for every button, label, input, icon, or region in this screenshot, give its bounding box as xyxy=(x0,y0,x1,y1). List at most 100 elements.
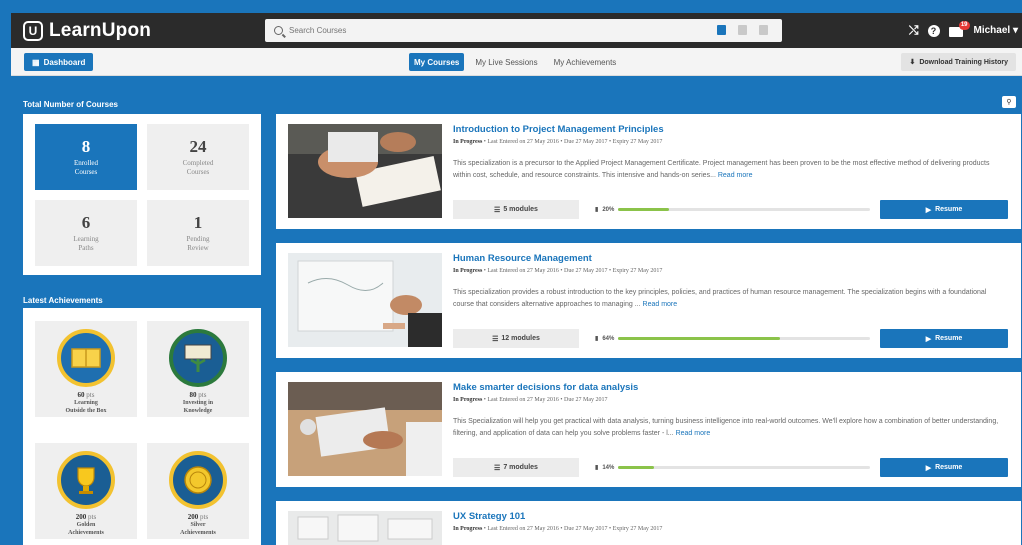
gold-trophy-badge-icon xyxy=(57,451,115,509)
achievement-name: Silver Achievements xyxy=(180,522,216,536)
help-icon[interactable]: ? xyxy=(927,24,940,37)
stat-pending-review[interactable]: 1 Pending Review xyxy=(147,200,249,266)
achievement-points: 60 pts xyxy=(77,391,95,399)
course-thumbnail[interactable] xyxy=(288,124,442,218)
document-view-icon[interactable] xyxy=(759,25,768,35)
course-thumbnail[interactable] xyxy=(288,382,442,476)
filter-icon[interactable]: ⚲ xyxy=(1002,96,1016,108)
dashboard-icon: ▦ xyxy=(32,57,40,67)
top-bar: U LearnUpon ⤭ ? 19 Michael ▾ xyxy=(11,13,1022,48)
folder-view-icon[interactable] xyxy=(738,25,747,35)
notification-badge: 19 xyxy=(958,21,970,30)
course-card: Make smarter decisions for data analysis… xyxy=(276,372,1021,487)
course-meta: In Progress • Last Entered on 27 May 201… xyxy=(453,139,663,145)
achievement-card[interactable]: 80 pts Investing in Knowledge xyxy=(147,321,249,417)
stat-enrolled-courses[interactable]: 8 Enrolled Courses xyxy=(35,124,137,190)
read-more-link[interactable]: Read more xyxy=(676,430,711,437)
achievement-points: 80 pts xyxy=(189,391,207,399)
logo[interactable]: U LearnUpon xyxy=(23,20,151,42)
shuffle-icon[interactable]: ⤭ xyxy=(909,23,919,38)
read-more-link[interactable]: Read more xyxy=(718,172,753,179)
search-input[interactable] xyxy=(289,26,669,35)
total-courses-panel: 8 Enrolled Courses 24 Completed Courses … xyxy=(23,114,261,275)
stat-number: 6 xyxy=(81,213,91,232)
course-thumbnail[interactable] xyxy=(288,511,442,545)
sub-navigation: ▦ Dashboard My Courses My Live Sessions … xyxy=(11,48,1022,76)
stat-label: Enrolled Courses xyxy=(73,159,99,176)
dashboard-label: Dashboard xyxy=(43,57,86,67)
download-label: Download Training History xyxy=(919,58,1008,66)
course-progress: ▮ 14% xyxy=(595,458,871,477)
app-root: U LearnUpon ⤭ ? 19 Michael ▾ ▦ Dashboa xyxy=(0,0,1022,545)
course-title[interactable]: Human Resource Management xyxy=(453,253,592,264)
resume-button[interactable]: ▶ Resume xyxy=(880,458,1008,477)
progress-icon: ▮ xyxy=(595,465,599,471)
course-card: Human Resource Management In Progress • … xyxy=(276,243,1021,358)
achievements-panel: 60 pts Learning Outside the Box 80 pts I… xyxy=(23,308,261,545)
stat-label: Completed Courses xyxy=(182,159,214,176)
course-modules: ☰ 12 modules xyxy=(453,329,579,348)
course-modules: ☰ 5 modules xyxy=(453,200,579,219)
achievement-card[interactable]: 200 pts Silver Achievements xyxy=(147,443,249,539)
course-title[interactable]: Make smarter decisions for data analysis xyxy=(453,382,638,393)
tab-my-achievements[interactable]: My Achievements xyxy=(549,53,622,71)
download-training-history-button[interactable]: ⬇ Download Training History xyxy=(901,53,1016,71)
inbox-icon[interactable]: 19 xyxy=(948,21,970,37)
course-progress: ▮ 20% xyxy=(595,200,871,219)
achievement-points: 200 pts xyxy=(187,513,209,521)
achievement-name: Golden Achievements xyxy=(68,522,104,536)
latest-achievements-title: Latest Achievements xyxy=(23,296,103,305)
tab-my-live-sessions[interactable]: My Live Sessions xyxy=(470,53,542,71)
course-description: This specialization provides a robust in… xyxy=(453,289,987,308)
achievement-name: Learning Outside the Box xyxy=(65,400,107,414)
stat-learning-paths[interactable]: 6 Learning Paths xyxy=(35,200,137,266)
course-card: Introduction to Project Management Princ… xyxy=(276,114,1021,229)
play-icon: ▶ xyxy=(925,335,932,343)
logo-mark-icon: U xyxy=(23,20,43,41)
resume-button[interactable]: ▶ Resume xyxy=(880,329,1008,348)
play-icon: ▶ xyxy=(925,464,932,472)
tab-my-courses[interactable]: My Courses xyxy=(409,53,465,71)
total-courses-title: Total Number of Courses xyxy=(23,100,118,109)
course-modules: ☰ 7 modules xyxy=(453,458,579,477)
book-badge-icon xyxy=(57,329,115,387)
course-meta: In Progress • Last Entered on 27 May 201… xyxy=(453,397,608,403)
stat-number: 1 xyxy=(193,213,203,232)
course-title[interactable]: Introduction to Project Management Princ… xyxy=(453,124,664,135)
stat-number: 8 xyxy=(81,137,91,156)
course-description: This Specialization will help you get pr… xyxy=(453,418,999,437)
chevron-down-icon: ▾ xyxy=(1010,25,1018,36)
download-icon: ⬇ xyxy=(909,59,916,66)
read-more-link[interactable]: Read more xyxy=(643,301,678,308)
course-tabs: My Courses My Live Sessions My Achieveme… xyxy=(409,53,621,71)
achievement-card[interactable]: 60 pts Learning Outside the Box xyxy=(35,321,137,417)
achievement-card[interactable]: 200 pts Golden Achievements xyxy=(35,443,137,539)
user-menu[interactable]: Michael ▾ xyxy=(974,25,1019,36)
course-title[interactable]: UX Strategy 101 xyxy=(453,511,525,522)
book-tree-badge-icon xyxy=(169,329,227,387)
stat-completed-courses[interactable]: 24 Completed Courses xyxy=(147,124,249,190)
play-icon: ▶ xyxy=(925,206,932,214)
progress-bar xyxy=(618,337,871,340)
book-view-icon[interactable] xyxy=(717,25,726,35)
stat-label: Learning Paths xyxy=(73,235,99,252)
modules-icon: ☰ xyxy=(494,464,501,472)
achievement-name: Investing in Knowledge xyxy=(182,400,214,414)
achievement-points: 200 pts xyxy=(75,513,97,521)
modules-icon: ☰ xyxy=(494,206,501,214)
modules-icon: ☰ xyxy=(492,335,499,343)
search-bar xyxy=(265,19,782,42)
resume-button[interactable]: ▶ Resume xyxy=(880,200,1008,219)
silver-coin-badge-icon xyxy=(169,451,227,509)
course-progress: ▮ 64% xyxy=(595,329,871,348)
course-thumbnail[interactable] xyxy=(288,253,442,347)
stat-label: Pending Review xyxy=(186,235,210,252)
view-toggle-group xyxy=(717,25,768,35)
progress-icon: ▮ xyxy=(595,207,599,213)
dashboard-button[interactable]: ▦ Dashboard xyxy=(24,53,94,71)
course-meta: In Progress • Last Entered on 27 May 201… xyxy=(453,526,663,532)
course-description: This specialization is a precursor to th… xyxy=(453,160,990,179)
user-name: Michael xyxy=(973,25,1011,36)
progress-icon: ▮ xyxy=(595,336,599,342)
progress-bar xyxy=(618,208,871,211)
